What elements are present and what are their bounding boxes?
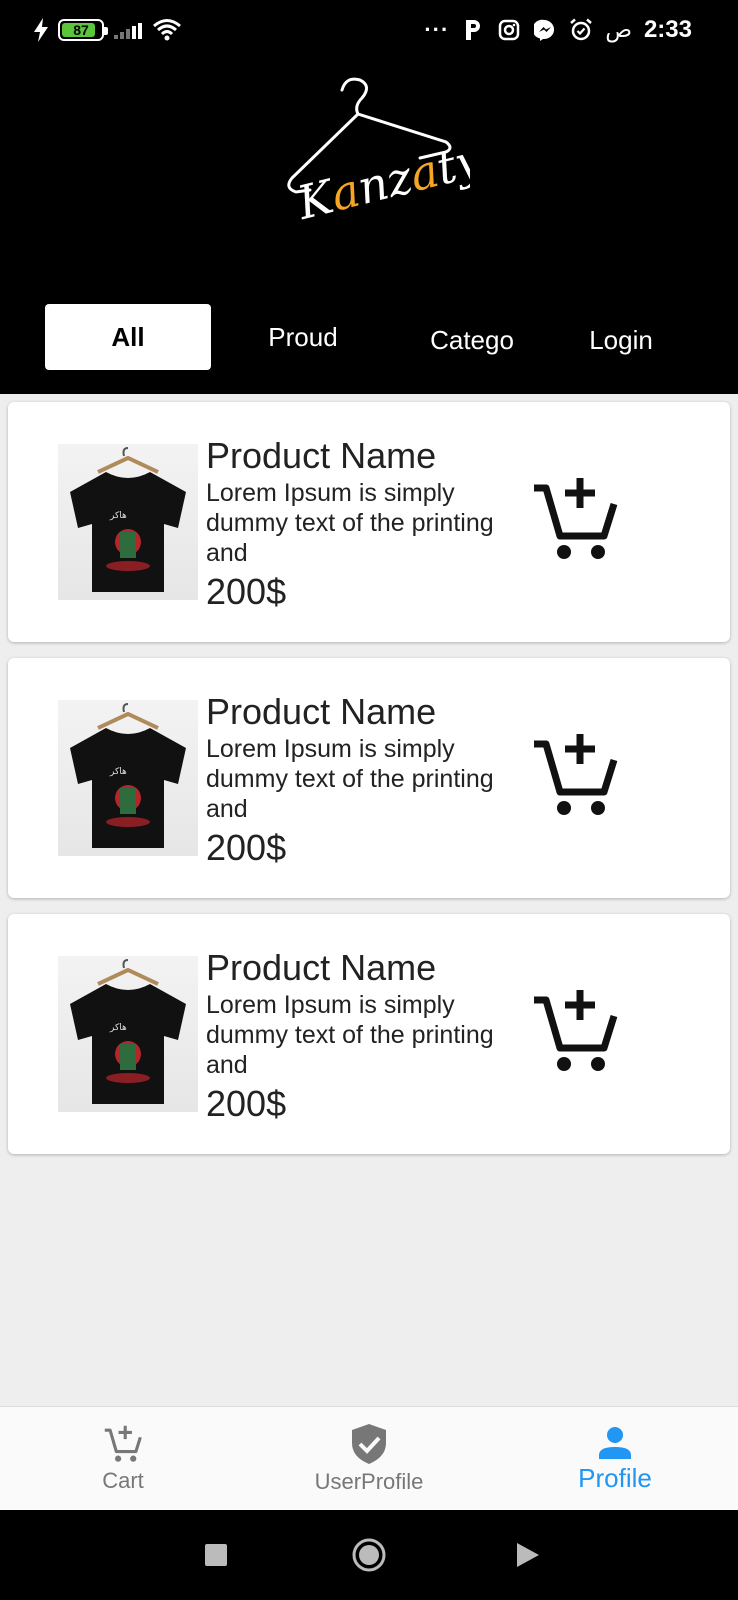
cart-add-icon <box>534 734 618 815</box>
flash-icon <box>34 18 48 42</box>
product-info: Product Name Lorem Ipsum is simply dummy… <box>206 692 506 870</box>
recents-icon <box>205 1544 227 1566</box>
parking-icon <box>461 18 485 42</box>
product-name: Product Name <box>206 691 437 732</box>
tab-proud[interactable]: Proud <box>236 304 370 370</box>
person-icon <box>599 1426 631 1459</box>
add-to-cart-button[interactable] <box>530 730 620 820</box>
product-image: هاكر <box>58 956 198 1112</box>
svg-text:Kanzaty: Kanzaty <box>291 132 470 224</box>
signal-icon <box>114 21 142 39</box>
tab-catego[interactable]: Catego <box>400 307 544 373</box>
product-list: هاكر Product Name Lorem Ipsum is simply … <box>8 402 730 1170</box>
status-bar: 87 ··· ص 2:33 <box>0 0 738 66</box>
product-price: 200$ <box>206 827 287 868</box>
product-card[interactable]: هاكر Product Name Lorem Ipsum is simply … <box>8 402 730 642</box>
svg-text:هاكر: هاكر <box>109 511 127 521</box>
product-price: 200$ <box>206 571 287 612</box>
back-icon <box>517 1543 539 1567</box>
nav-profile-label: Profile <box>578 1462 652 1493</box>
product-description: Lorem Ipsum is simply dummy text of the … <box>206 479 494 567</box>
cart-add-icon <box>534 990 618 1071</box>
back-button[interactable] <box>508 1510 548 1600</box>
status-left: 87 <box>34 18 182 42</box>
svg-text:هاكر: هاكر <box>109 1023 127 1033</box>
product-name: Product Name <box>206 947 437 988</box>
home-icon <box>352 1538 386 1572</box>
messenger-icon <box>533 18 557 42</box>
shield-check-icon <box>352 1424 386 1464</box>
product-info: Product Name Lorem Ipsum is simply dummy… <box>206 436 506 614</box>
product-card[interactable]: هاكر Product Name Lorem Ipsum is simply … <box>8 914 730 1154</box>
product-info: Product Name Lorem Ipsum is simply dummy… <box>206 948 506 1126</box>
battery-percent: 87 <box>73 22 89 38</box>
tab-login[interactable]: Login <box>558 307 684 373</box>
bottom-navigation: Cart UserProfile Profile <box>0 1406 738 1510</box>
battery-indicator: 87 <box>58 19 108 41</box>
recents-button[interactable] <box>196 1510 236 1600</box>
cart-add-icon <box>534 478 618 559</box>
nav-cart-label: Cart <box>102 1468 144 1493</box>
svg-text:هاكر: هاكر <box>109 767 127 777</box>
add-to-cart-button[interactable] <box>530 474 620 564</box>
nav-userprofile-label: UserProfile <box>314 1469 424 1494</box>
status-right: ··· ص 2:33 <box>424 16 692 44</box>
instagram-icon <box>497 18 521 42</box>
category-tabs: All Proud Catego Login <box>0 304 738 370</box>
product-price: 200$ <box>206 1083 287 1124</box>
cart-add-icon <box>104 1425 142 1462</box>
home-button[interactable] <box>349 1510 389 1600</box>
kanzaty-logo: Kanzaty <box>287 77 470 224</box>
product-image: هاكر <box>58 700 198 856</box>
nav-cart[interactable]: Cart <box>0 1407 246 1511</box>
app-header: Kanzaty All Proud Catego Login <box>0 66 738 394</box>
more-notifications-icon: ··· <box>424 17 450 42</box>
clock: 2:33 <box>643 16 692 43</box>
system-navigation-bar <box>0 1510 738 1600</box>
product-description: Lorem Ipsum is simply dummy text of the … <box>206 735 494 823</box>
time-suffix: ص <box>605 17 632 42</box>
nav-profile[interactable]: Profile <box>492 1407 738 1511</box>
nav-userprofile[interactable]: UserProfile <box>246 1407 492 1511</box>
product-card[interactable]: هاكر Product Name Lorem Ipsum is simply … <box>8 658 730 898</box>
alarm-icon <box>569 18 593 42</box>
tab-all[interactable]: All <box>45 304 211 370</box>
product-image: هاكر <box>58 444 198 600</box>
product-description: Lorem Ipsum is simply dummy text of the … <box>206 991 494 1079</box>
add-to-cart-button[interactable] <box>530 986 620 1076</box>
product-name: Product Name <box>206 435 437 476</box>
wifi-icon <box>153 19 181 41</box>
